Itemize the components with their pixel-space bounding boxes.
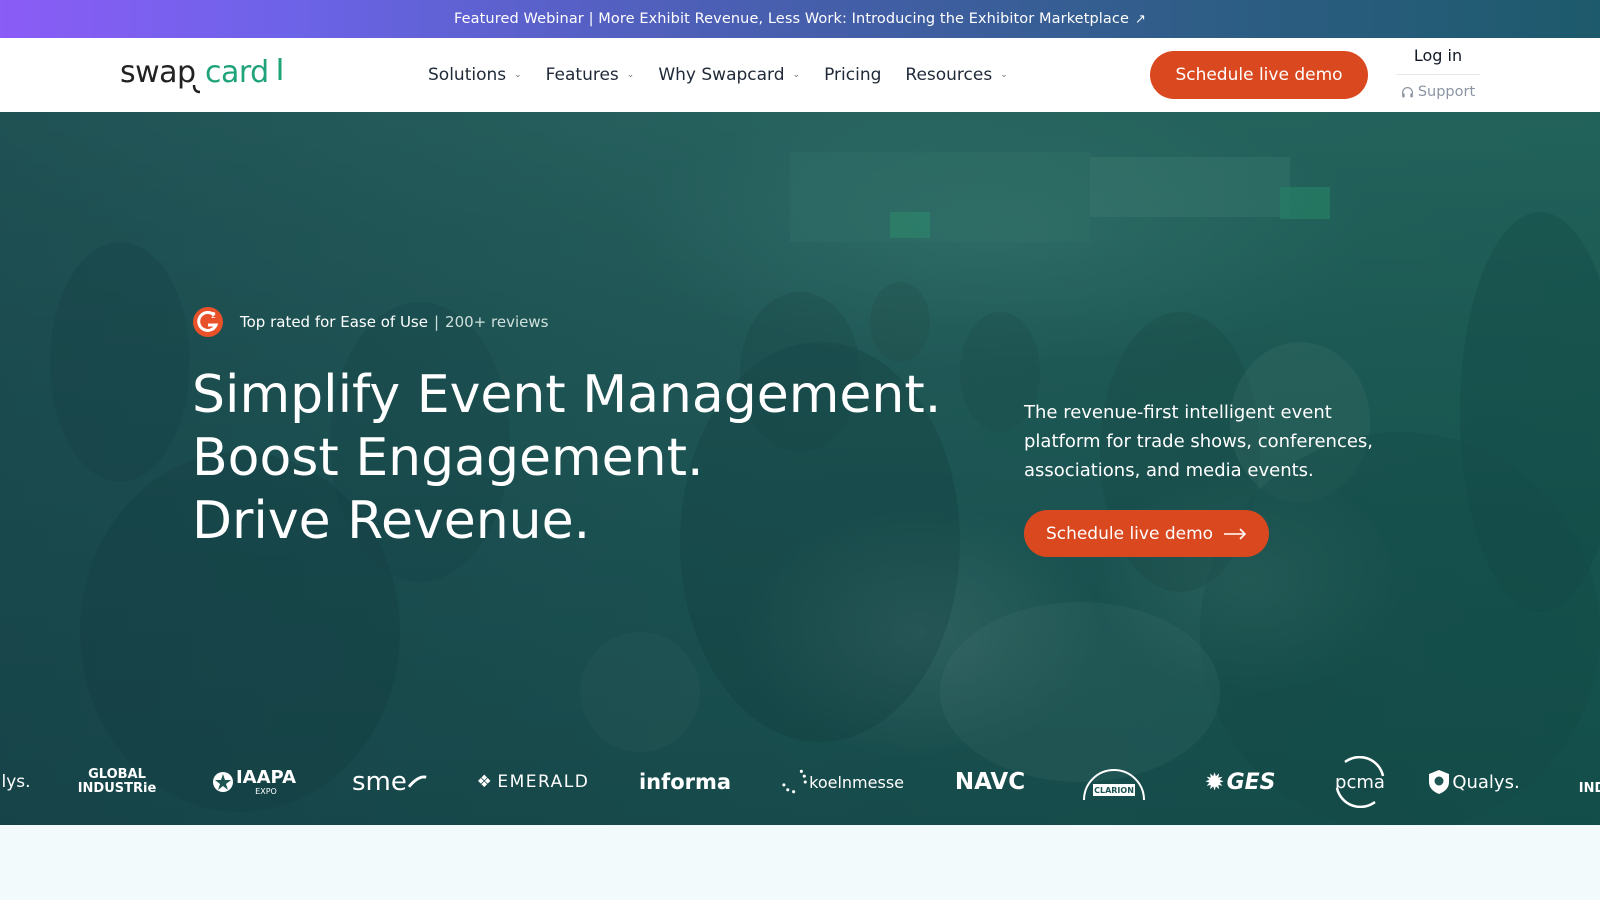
logo-informa: informa <box>638 770 732 794</box>
logo-clarion: CLARION <box>1080 742 1148 822</box>
svg-text:card: card <box>205 55 269 90</box>
hero-schedule-demo-button[interactable]: Schedule live demo <box>1024 510 1269 557</box>
client-logo-strip: lys. GLOBAL INDUSTRie IAAPA EXPO sme ❖ E… <box>0 742 1600 822</box>
rating-separator: | <box>433 313 440 331</box>
login-link[interactable]: Log in <box>1396 46 1480 65</box>
swapcard-logo[interactable]: swap card <box>120 52 290 96</box>
header-divider <box>1396 74 1480 75</box>
iaapa-star-icon <box>212 772 233 792</box>
logo-global-industrie: GLOBAL INDUSTRie <box>77 767 157 796</box>
clarion-arc-icon: CLARION <box>1083 769 1145 801</box>
logo-iaapa: IAAPA EXPO <box>208 742 300 822</box>
logo-qualys-partial: lys. <box>1 772 31 792</box>
qualys-shield-icon <box>1429 770 1450 794</box>
chevron-down-icon: ⌄ <box>626 70 635 80</box>
schedule-demo-button[interactable]: Schedule live demo <box>1150 51 1368 99</box>
nav-resources[interactable]: Resources ⌄ <box>905 65 1007 85</box>
chevron-down-icon: ⌄ <box>514 70 522 80</box>
hero-section: 2 Top rated for Ease of Use | 200+ revie… <box>0 112 1600 825</box>
hero-subtext: The revenue-first intelligent event plat… <box>1024 402 1374 481</box>
announcement-bar[interactable]: Featured Webinar | More Exhibit Revenue,… <box>0 0 1600 38</box>
rating-text: Top rated for Ease of Use <box>240 313 428 331</box>
headline-line-2: Boost Engagement. <box>192 428 704 488</box>
headline-line-1: Simplify Event Management. <box>192 365 942 425</box>
support-link[interactable]: Support <box>1396 84 1480 100</box>
svg-text:pcma: pcma <box>1335 772 1385 793</box>
svg-text:2: 2 <box>211 311 216 320</box>
g2-logo-icon: 2 <box>193 307 223 337</box>
headset-icon <box>1401 86 1413 97</box>
hero-headline: Simplify Event Management. Boost Engagem… <box>192 364 972 553</box>
logo-koelnmesse: koelnmesse <box>780 742 904 822</box>
ges-sunburst-icon: ✹ <box>1204 768 1225 796</box>
svg-text:CLARION: CLARION <box>1094 786 1134 795</box>
sme-swoosh-icon <box>407 775 427 788</box>
nav-solutions[interactable]: Solutions ⌄ <box>428 65 522 85</box>
main-nav: Solutions ⌄ Features ⌄ Why Swapcard ⌄ Pr… <box>428 38 1008 112</box>
logo-navc: NAVC <box>954 769 1026 795</box>
external-link-icon: ↗ <box>1135 11 1146 27</box>
next-section-background <box>0 825 1600 900</box>
logo-industrie-partial: IND <box>1578 781 1600 796</box>
svg-text:swap: swap <box>120 55 196 90</box>
headline-line-3: Drive Revenue. <box>192 491 591 551</box>
arrow-right-icon <box>1224 527 1247 540</box>
logo-qualys: Qualys. <box>1426 742 1520 822</box>
rating-badge: 2 Top rated for Ease of Use | 200+ revie… <box>192 306 548 338</box>
emerald-gem-icon: ❖ <box>476 772 494 792</box>
site-header: swap card Solutions ⌄ Features ⌄ Why Swa… <box>0 38 1600 112</box>
logo-ges: ✹ GES <box>1204 768 1276 796</box>
reviews-count: 200+ reviews <box>445 313 549 331</box>
nav-why-swapcard[interactable]: Why Swapcard ⌄ <box>658 65 800 85</box>
logo-sme: sme <box>352 742 428 822</box>
chevron-down-icon: ⌄ <box>1000 70 1008 80</box>
nav-pricing[interactable]: Pricing <box>824 65 881 85</box>
pcma-arc-icon: pcma <box>1335 756 1385 808</box>
nav-features[interactable]: Features ⌄ <box>546 65 635 85</box>
logo-emerald: ❖ EMERALD <box>476 772 590 792</box>
koelnmesse-dots-icon <box>782 769 807 794</box>
logo-pcma: pcma <box>1330 742 1390 822</box>
chevron-down-icon: ⌄ <box>792 70 801 80</box>
announcement-text[interactable]: Featured Webinar | More Exhibit Revenue,… <box>454 11 1129 27</box>
